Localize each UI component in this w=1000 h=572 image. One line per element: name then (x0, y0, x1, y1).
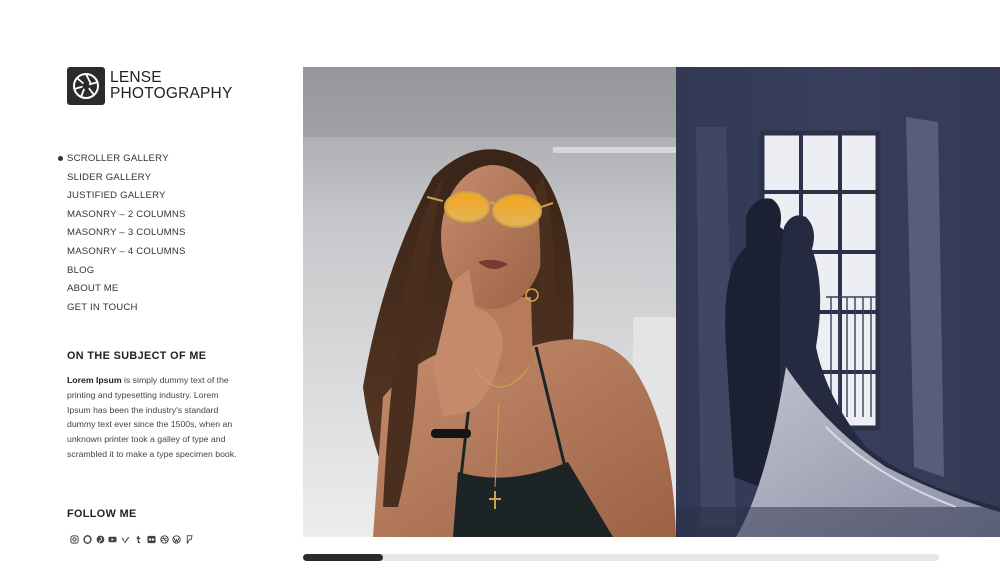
about-text-bold: Lorem Ipsum (67, 375, 122, 385)
nav-item-get-in-touch[interactable]: GET IN TOUCH (67, 299, 186, 318)
nav-item-slider-gallery[interactable]: SLIDER GALLERY (67, 169, 186, 188)
nav-item-blog[interactable]: BLOG (67, 262, 186, 281)
instagram-icon[interactable] (70, 534, 79, 545)
opera-icon[interactable] (83, 534, 92, 545)
dribbble-icon[interactable] (159, 534, 169, 545)
social-links (70, 534, 194, 545)
logo-text: LENSE PHOTOGRAPHY (110, 70, 233, 102)
nav-item-scroller-gallery[interactable]: SCROLLER GALLERY (58, 150, 186, 169)
vimeo-icon[interactable] (121, 534, 130, 545)
gallery-scrollbar[interactable] (303, 554, 939, 561)
pinterest-icon[interactable] (96, 534, 105, 545)
site-logo[interactable]: LENSE PHOTOGRAPHY (67, 67, 233, 105)
nav-item-justified-gallery[interactable]: JUSTIFIED GALLERY (67, 187, 186, 206)
gallery-photo-woman-sunglasses[interactable] (303, 67, 676, 537)
foursquare-icon[interactable] (185, 534, 194, 545)
about-heading: ON THE SUBJECT OF ME (67, 350, 207, 362)
follow-heading: FOLLOW ME (67, 508, 137, 520)
nav-item-masonry-4-columns[interactable]: MASONRY – 4 COLUMNS (67, 243, 186, 262)
nav-item-about-me[interactable]: ABOUT ME (67, 280, 186, 299)
logo-line-1: LENSE (110, 69, 162, 86)
scroller-gallery[interactable] (303, 67, 1000, 537)
aperture-icon (67, 67, 105, 105)
nav-item-masonry-3-columns[interactable]: MASONRY – 3 COLUMNS (67, 224, 186, 243)
tumblr-icon[interactable] (134, 534, 143, 545)
gallery-scrollbar-thumb[interactable] (303, 554, 384, 561)
wordpress-icon[interactable] (172, 534, 182, 545)
about-text-body: is simply dummy text of the printing and… (67, 375, 237, 459)
flickr-icon[interactable] (147, 534, 156, 545)
youtube-icon[interactable] (108, 534, 117, 545)
gallery-photo-wedding-couple[interactable] (676, 67, 1000, 537)
main-nav: SCROLLER GALLERY SLIDER GALLERY JUSTIFIE… (58, 150, 186, 318)
about-text: Lorem Ipsum is simply dummy text of the … (67, 373, 239, 462)
nav-item-masonry-2-columns[interactable]: MASONRY – 2 COLUMNS (67, 206, 186, 225)
logo-line-2: PHOTOGRAPHY (110, 85, 233, 102)
